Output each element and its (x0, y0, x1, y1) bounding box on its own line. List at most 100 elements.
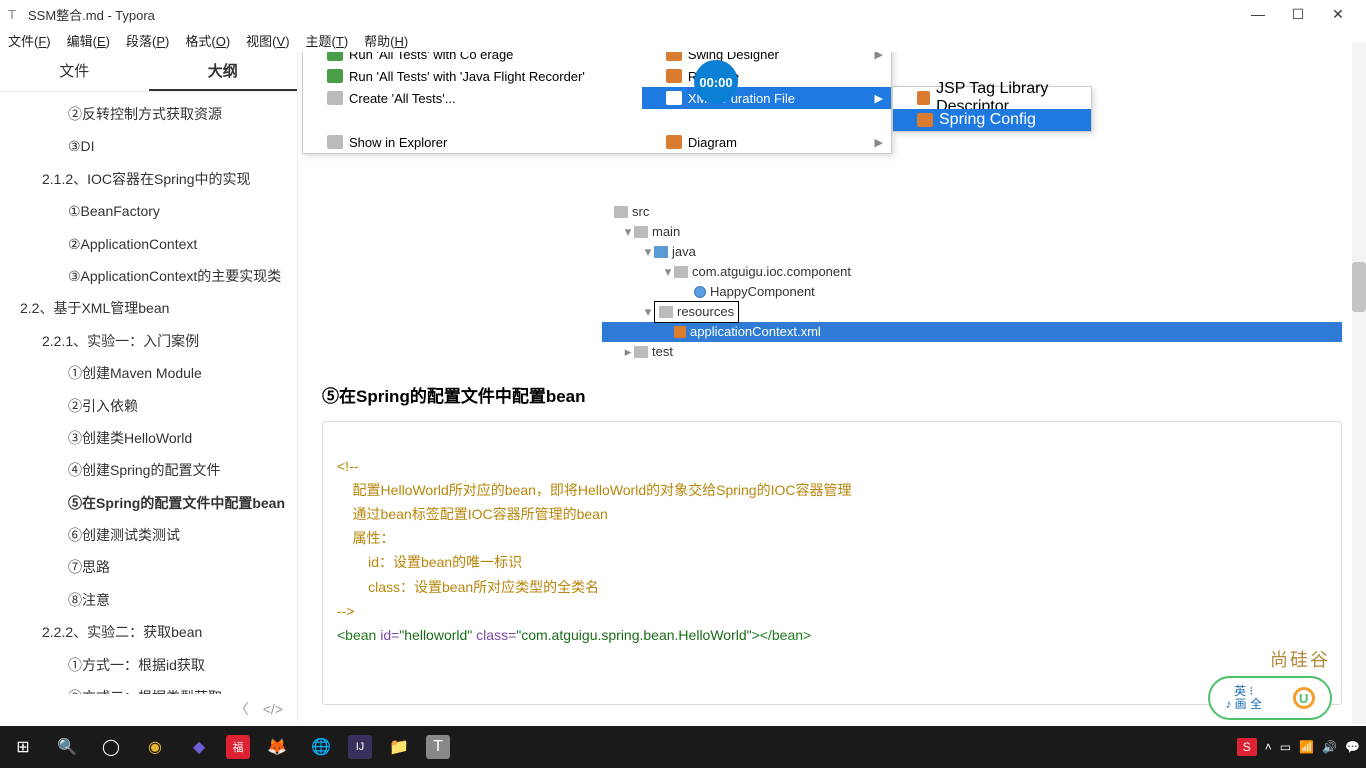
floating-pill[interactable]: 英 ⁝♪ 画 全 U (1208, 676, 1332, 720)
close-button[interactable]: ✕ (1318, 6, 1358, 23)
menu-item[interactable]: Swing Designer▶ (642, 52, 891, 65)
taskbar: ⊞ 🔍 ◯ ◉ ◆ 福 🦊 🌐 IJ 📁 T S ˄ ▭ 📶 🔊 💬 (0, 726, 1366, 768)
sidebar: 文件 大纲 ②反转控制方式获取资源③DI2.1.2、IOC容器在Spring中的… (0, 52, 298, 724)
sidebar-tabs: 文件 大纲 (0, 52, 297, 92)
menu-item[interactable]: 段落(P) (126, 31, 169, 50)
taskbar-app-1[interactable]: ◉ (138, 730, 172, 764)
outline-item[interactable]: 2.2、基于XML管理bean (0, 292, 297, 324)
code-line: 配置HelloWorld所对应的bean，即将HelloWorld的对象交给Sp… (337, 482, 851, 498)
minimize-button[interactable]: — (1238, 6, 1278, 22)
menu-item[interactable]: Diagram▶ (642, 131, 891, 153)
menu-item[interactable]: Run 'All Tests' with Co erage (303, 52, 642, 65)
menu-item[interactable]: 主题(T) (306, 31, 349, 50)
firefox-icon[interactable]: 🦊 (260, 730, 294, 764)
outline-item[interactable]: 2.1.2、IOC容器在Spring中的实现 (0, 163, 297, 195)
code-line: <!-- (337, 458, 358, 474)
outline-item[interactable]: ②引入依赖 (0, 390, 297, 422)
maximize-button[interactable]: ☐ (1278, 6, 1318, 23)
menu-item[interactable]: 帮助(H) (364, 31, 408, 50)
menu-item[interactable] (642, 109, 891, 131)
chrome-icon[interactable]: 🌐 (304, 730, 338, 764)
menu-item[interactable]: 编辑(E) (67, 31, 110, 50)
tree-row[interactable]: HappyComponent (602, 282, 1342, 302)
scrollbar[interactable] (1352, 42, 1366, 724)
menu-item[interactable] (303, 109, 642, 131)
tree-row[interactable]: ▸test (602, 342, 1342, 362)
menu-item[interactable]: Res ndle (642, 65, 891, 87)
tree-row[interactable]: ▾java (602, 242, 1342, 262)
code-line: <bean id="helloworld" class="com.atguigu… (337, 627, 811, 643)
tab-files[interactable]: 文件 (0, 52, 149, 91)
watermark: 尚硅谷 (1270, 646, 1330, 672)
code-line: 属性： (337, 530, 395, 546)
code-line: 通过bean标签配置IOC容器所管理的bean (337, 506, 608, 522)
tree-row[interactable]: ▾com.atguigu.ioc.component (602, 262, 1342, 282)
code-icon[interactable]: </> (263, 701, 283, 717)
outline-item[interactable]: ②方式二：根据类型获取 (0, 681, 297, 694)
outline-item[interactable]: ①方式一：根据id获取 (0, 649, 297, 681)
tree-row[interactable]: ▾main (602, 222, 1342, 242)
pill-ime: 英 ⁝♪ 画 全 (1225, 685, 1262, 711)
code-line: class：设置bean所对应类型的全类名 (337, 579, 599, 595)
outline-item[interactable]: ②反转控制方式获取资源 (0, 98, 297, 130)
outline-item[interactable]: ⑤在Spring的配置文件中配置bean (0, 487, 297, 519)
heading-5: ⑤在Spring的配置文件中配置bean (322, 382, 1342, 407)
context-menu: Run 'All Tests' with Co erageSwing Desig… (302, 52, 892, 154)
project-tree: src▾main▾java▾com.atguigu.ioc.componentH… (602, 202, 1342, 362)
submenu-item[interactable]: JSP Tag Library Descriptor (893, 87, 1091, 109)
outline-item[interactable]: ②ApplicationContext (0, 228, 297, 260)
pill-u-icon: U (1293, 687, 1315, 709)
tray-battery-icon[interactable]: ▭ (1280, 740, 1291, 754)
tray-notif-icon[interactable]: 💬 (1345, 740, 1360, 754)
menu-item[interactable]: Create 'All Tests'... (303, 87, 642, 109)
taskbar-app-2[interactable]: ◆ (182, 730, 216, 764)
code-line: id：设置bean的唯一标识 (337, 554, 522, 570)
app-icon: T (8, 7, 22, 21)
outline-item[interactable]: 2.2.1、实验一：入门案例 (0, 325, 297, 357)
tray-wifi-icon[interactable]: 📶 (1299, 740, 1314, 754)
intellij-icon[interactable]: IJ (348, 735, 372, 759)
taskbar-app-3[interactable]: 福 (226, 735, 250, 759)
start-button[interactable]: ⊞ (6, 730, 40, 764)
outline-item[interactable]: ③创建类HelloWorld (0, 422, 297, 454)
outline-item[interactable]: ④创建Spring的配置文件 (0, 454, 297, 486)
title-bar: T SSM整合.md - Typora — ☐ ✕ (0, 0, 1366, 28)
outline-item[interactable]: ⑥创建测试类测试 (0, 519, 297, 551)
tray-ime-icon[interactable]: S (1237, 738, 1257, 756)
tree-row[interactable]: applicationContext.xml (602, 322, 1342, 342)
tab-outline[interactable]: 大纲 (149, 52, 298, 91)
menu-item[interactable]: Run 'All Tests' with 'Java Flight Record… (303, 65, 642, 87)
outline-item[interactable]: ①创建Maven Module (0, 357, 297, 389)
tree-row[interactable]: src (602, 202, 1342, 222)
scrollbar-thumb[interactable] (1352, 262, 1366, 312)
outline-item[interactable]: 2.2.2、实验二：获取bean (0, 616, 297, 648)
outline-item[interactable]: ③ApplicationContext的主要实现类 (0, 260, 297, 292)
tree-row[interactable]: ▾resources (602, 302, 1342, 322)
menu-item[interactable]: 格式(O) (185, 31, 230, 50)
menu-item[interactable]: 文件(F) (8, 31, 51, 50)
explorer-icon[interactable]: 📁 (382, 730, 416, 764)
submenu-item[interactable]: Spring Config (893, 109, 1091, 131)
typora-icon[interactable]: T (426, 735, 450, 759)
timer-badge: 00:00 (694, 60, 738, 104)
menu-bar: 文件(F) 编辑(E) 段落(P) 格式(O) 视图(V) 主题(T) 帮助(H) (0, 28, 1366, 52)
search-icon[interactable]: 🔍 (50, 730, 84, 764)
tray-up-icon[interactable]: ˄ (1265, 740, 1272, 754)
tray-volume-icon[interactable]: 🔊 (1322, 740, 1337, 754)
window-title: SSM整合.md - Typora (28, 5, 155, 24)
outline-item[interactable]: ③DI (0, 130, 297, 162)
outline-item[interactable]: ⑧注意 (0, 584, 297, 616)
system-tray[interactable]: S ˄ ▭ 📶 🔊 💬 (1237, 738, 1360, 756)
cortana-icon[interactable]: ◯ (94, 730, 128, 764)
outline-item[interactable]: ⑦思路 (0, 551, 297, 583)
menu-item[interactable]: 视图(V) (246, 31, 289, 50)
chevron-left-icon[interactable]: 〈 (235, 699, 249, 719)
menu-item[interactable]: Show in Explorer (303, 131, 642, 153)
code-line: --> (337, 603, 355, 619)
menu-item[interactable]: XML C uration File▶ (642, 87, 891, 109)
sidebar-footer: 〈 </> (0, 694, 297, 724)
code-block-xml[interactable]: <!-- 配置HelloWorld所对应的bean，即将HelloWorld的对… (322, 421, 1342, 705)
outline-list[interactable]: ②反转控制方式获取资源③DI2.1.2、IOC容器在Spring中的实现①Bea… (0, 92, 297, 694)
outline-item[interactable]: ①BeanFactory (0, 195, 297, 227)
editor-content[interactable]: Run 'All Tests' with Co erageSwing Desig… (298, 52, 1366, 724)
